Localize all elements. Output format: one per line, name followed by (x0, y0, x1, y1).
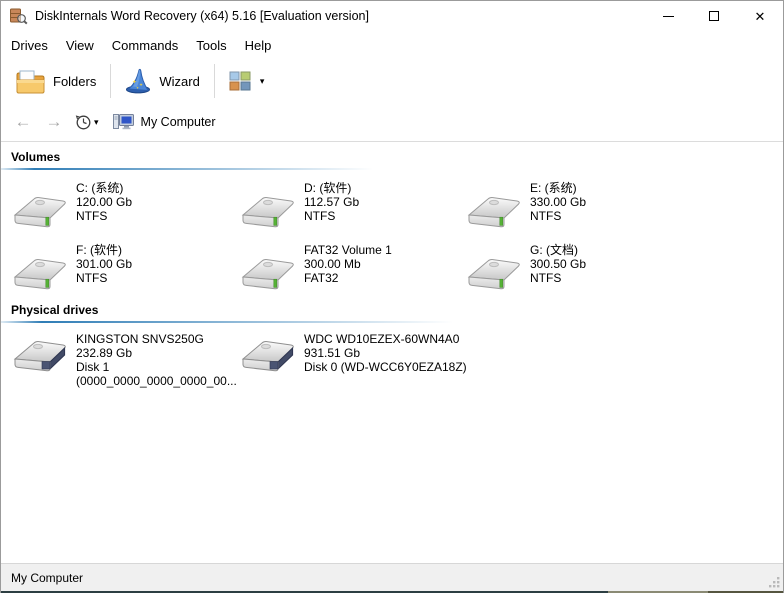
history-button[interactable]: ▾ (75, 114, 99, 131)
navigation-bar: ← → ▾ My Computer (1, 103, 783, 142)
volumes-grid: C: (系统) 120.00 Gb NTFS D: (软件) 112.57 Gb… (1, 170, 783, 295)
menu-commands[interactable]: Commands (103, 31, 187, 59)
drive-name: G: (文档) (530, 243, 578, 257)
minimize-icon (662, 15, 674, 17)
volume-item-fat32[interactable]: FAT32 Volume 1 300.00 Mb FAT32 (241, 242, 392, 292)
drive-size: 931.51 Gb (304, 346, 361, 360)
status-bar: My Computer (1, 563, 783, 591)
hard-drive-icon (241, 259, 294, 290)
app-window: DiskInternals Word Recovery (x64) 5.16 [… (0, 0, 784, 593)
menu-tools[interactable]: Tools (187, 31, 235, 59)
hard-drive-icon (467, 197, 520, 228)
drive-name: KINGSTON SNVS250G (76, 332, 204, 346)
physical-disk-icon (241, 341, 294, 372)
drive-disk-number: Disk 1 (76, 360, 110, 374)
close-button[interactable]: ✕ (737, 1, 783, 31)
folders-button[interactable]: Folders (7, 62, 104, 101)
volume-item-f[interactable]: F: (软件) 301.00 Gb NTFS (13, 242, 132, 292)
title-bar: DiskInternals Word Recovery (x64) 5.16 [… (1, 1, 783, 31)
maximize-icon (709, 11, 719, 21)
drive-filesystem: NTFS (76, 271, 108, 285)
drive-size: 300.00 Mb (304, 257, 361, 271)
drive-serial: (0000_0000_0000_0000_00... (76, 374, 237, 388)
toolbar-separator (213, 64, 215, 98)
current-location: My Computer (112, 113, 216, 131)
volume-item-g[interactable]: G: (文档) 300.50 Gb NTFS (467, 242, 586, 292)
close-icon: ✕ (754, 8, 766, 24)
drive-filesystem: NTFS (530, 271, 562, 285)
physical-drives-section-header: Physical drives (11, 303, 99, 317)
menu-view[interactable]: View (57, 31, 103, 59)
hard-drive-icon (13, 197, 66, 228)
window-title: DiskInternals Word Recovery (x64) 5.16 [… (35, 9, 369, 23)
forward-button[interactable]: → (42, 112, 66, 132)
view-mode-icon (229, 71, 251, 91)
drive-size: 300.50 Gb (530, 257, 587, 271)
chevron-down-icon: ▾ (94, 116, 99, 127)
drive-name: F: (软件) (76, 243, 122, 257)
wizard-label: Wizard (159, 73, 200, 89)
drive-size: 232.89 Gb (76, 346, 133, 360)
drive-size: 301.00 Gb (76, 257, 133, 271)
drive-disk-number: Disk 0 (WD-WCC6Y0EZA18Z) (304, 360, 467, 374)
hard-drive-icon (13, 259, 66, 290)
volumes-section-header: Volumes (11, 150, 61, 164)
drive-filesystem: FAT32 (304, 271, 339, 285)
view-mode-button[interactable]: ▾ (221, 65, 273, 97)
drive-size: 330.00 Gb (530, 195, 587, 209)
status-text: My Computer (11, 570, 84, 585)
drive-name: WDC WD10EZEX-60WN4A0 (304, 332, 460, 346)
back-button[interactable]: ← (11, 112, 35, 132)
toolbar-separator (110, 64, 112, 98)
physical-disk-icon (13, 341, 66, 372)
hard-drive-icon (241, 197, 294, 228)
maximize-button[interactable] (691, 1, 737, 31)
resize-grip[interactable] (769, 577, 780, 588)
window-controls: ✕ (645, 1, 783, 31)
menu-help[interactable]: Help (236, 31, 281, 59)
physical-drive-item-kingston[interactable]: KINGSTON SNVS250G 232.89 Gb Disk 1 (0000… (13, 331, 237, 388)
drive-list-panel: Volumes C: (系统) 120.00 Gb NTFS D: (软件) 1… (1, 142, 783, 563)
volume-item-e[interactable]: E: (系统) 330.00 Gb NTFS (467, 180, 586, 230)
menu-bar: Drives View Commands Tools Help (1, 31, 783, 59)
volume-item-c[interactable]: C: (系统) 120.00 Gb NTFS (13, 180, 132, 230)
menu-drives[interactable]: Drives (2, 31, 57, 59)
location-label: My Computer (140, 115, 216, 129)
drive-name: FAT32 Volume 1 (304, 243, 392, 257)
wizard-icon (126, 68, 151, 93)
volume-item-d[interactable]: D: (软件) 112.57 Gb NTFS (241, 180, 359, 230)
drive-filesystem: NTFS (304, 209, 336, 223)
chevron-down-icon: ▾ (259, 75, 265, 86)
drive-filesystem: NTFS (530, 209, 562, 223)
wizard-button[interactable]: Wizard (117, 62, 207, 101)
drive-name: C: (系统) (76, 181, 124, 195)
physical-drive-item-wdc[interactable]: WDC WD10EZEX-60WN4A0 931.51 Gb Disk 0 (W… (241, 331, 467, 374)
my-computer-icon (112, 114, 134, 130)
app-icon (10, 8, 28, 24)
drive-name: D: (软件) (304, 181, 352, 195)
drive-size: 112.57 Gb (304, 195, 360, 209)
physical-drives-grid: KINGSTON SNVS250G 232.89 Gb Disk 1 (0000… (1, 323, 783, 403)
drive-filesystem: NTFS (76, 209, 108, 223)
toolbar: Folders Wizard ▾ (1, 59, 783, 103)
minimize-button[interactable] (645, 1, 691, 31)
drive-size: 120.00 Gb (76, 195, 133, 209)
hard-drive-icon (467, 259, 520, 290)
history-clock-icon (75, 114, 91, 129)
folders-label: Folders (53, 73, 97, 89)
folders-icon (16, 70, 45, 93)
drive-name: E: (系统) (530, 181, 577, 195)
